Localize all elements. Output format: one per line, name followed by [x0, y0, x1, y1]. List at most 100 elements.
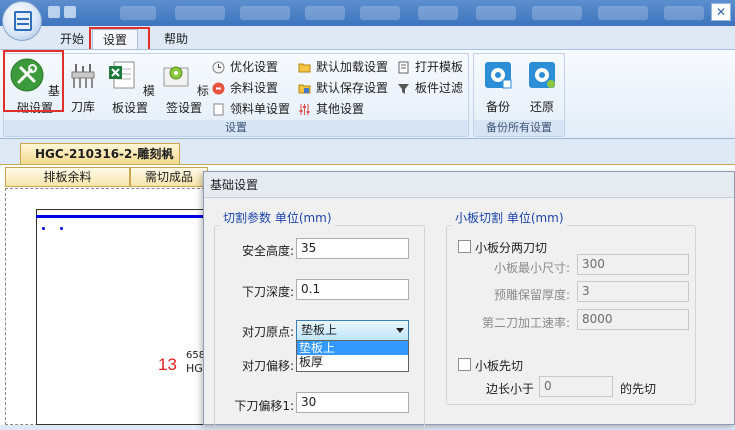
blurred-title-item [532, 6, 582, 20]
qat-save-icon[interactable] [48, 6, 60, 18]
restore-button[interactable]: 还原 [522, 58, 562, 115]
highlight-box [3, 50, 64, 112]
optimize-settings-label: 优化设置 [230, 60, 279, 74]
cut-depth-label: 下刀深度: [241, 285, 294, 299]
document-tab[interactable]: HGC-210316-2-雕刻机 ✕ [20, 143, 180, 164]
other-settings-button[interactable]: 其他设置 [298, 100, 364, 119]
backup-button[interactable]: 备份 [478, 58, 518, 115]
cut-first-suffix: 的先切 [620, 382, 657, 396]
gear-restore-icon [529, 62, 555, 88]
cut-first-checkbox[interactable] [458, 358, 471, 371]
open-template-icon [398, 61, 409, 74]
qat-menu-icon[interactable] [64, 6, 76, 18]
tool-origin-dropdown-list: 垫板上 板厚 [296, 340, 409, 372]
restore-label: 还原 [529, 100, 554, 114]
clock-icon [212, 61, 225, 74]
ribbon-group-settings: 基础设置 刀库 模板设置 标签设置 优化设置 余料设置 领料单设置 默认加载设置… [3, 53, 469, 137]
blurred-title-item [664, 6, 704, 20]
chevron-down-icon [396, 328, 404, 333]
remnant-icon [212, 82, 225, 95]
picking-list-settings-button[interactable]: 领料单设置 [212, 100, 290, 119]
label-settings-button[interactable]: 标签设置 [158, 58, 210, 116]
blurred-title-item [418, 6, 458, 20]
document-tab-close-button[interactable]: ✕ [163, 144, 173, 164]
window-close-button[interactable]: ✕ [711, 3, 731, 21]
sheet-edge-line [36, 215, 206, 218]
folder-icon [298, 63, 311, 73]
tool-origin-select[interactable]: 垫板上 [296, 320, 409, 341]
panel-filter-label: 板件过滤 [415, 81, 464, 95]
min-size-label: 小板最小尺寸: [493, 261, 570, 275]
blurred-title-item [240, 6, 290, 20]
down-offset-input[interactable]: 30 [296, 392, 409, 413]
tab-start[interactable]: 开始 [50, 29, 94, 50]
cut-depth-input[interactable]: 0.1 [296, 279, 409, 300]
default-save-settings-button[interactable]: 默认保存设置 [298, 79, 388, 98]
dropdown-option[interactable]: 垫板上 [297, 341, 408, 355]
cut-first-label: 小板先切 [475, 359, 524, 373]
document-tab-title: HGC-210316-2-雕刻机 [35, 147, 174, 161]
dropdown-option[interactable]: 板厚 [297, 355, 408, 369]
origin-dot [60, 227, 63, 230]
optimize-settings-button[interactable]: 优化设置 [212, 58, 278, 77]
cut-params-legend: 切割参数 单位(mm) [220, 209, 335, 226]
open-template-label: 打开模板 [415, 60, 464, 74]
template-settings-button[interactable]: 模板设置 [102, 58, 158, 116]
open-template-button[interactable]: 打开模板 [397, 58, 463, 77]
second-speed-input[interactable]: 8000 [577, 309, 689, 330]
two-cut-checkbox[interactable] [458, 240, 471, 253]
tool-library-label: 刀库 [70, 100, 95, 114]
blurred-title-item [598, 6, 648, 20]
reserve-thickness-label: 预雕保留厚度: [493, 288, 570, 302]
tool-library-button[interactable]: 刀库 [66, 58, 100, 115]
sheet-outline [36, 209, 206, 425]
reserve-thickness-input[interactable]: 3 [577, 281, 689, 302]
ribbon-panel: 基础设置 刀库 模板设置 标签设置 优化设置 余料设置 领料单设置 默认加载设置… [0, 49, 735, 139]
default-load-settings-label: 默认加载设置 [316, 60, 389, 74]
subtab-finished-parts[interactable]: 需切成品 [130, 167, 208, 187]
tool-origin-selected: 垫板上 [301, 323, 338, 337]
filter-icon [398, 84, 409, 94]
edge-less-input[interactable]: 0 [539, 376, 613, 397]
document-icon [213, 103, 224, 116]
backup-label: 备份 [485, 100, 510, 114]
ribbon-tab-row: 开始 设置 帮助 [0, 26, 735, 52]
app-logo-icon [14, 11, 32, 31]
two-cut-label: 小板分两刀切 [475, 241, 548, 255]
tab-help[interactable]: 帮助 [154, 29, 198, 50]
origin-dot [42, 227, 45, 230]
tool-offset-label: 对刀偏移: [241, 359, 294, 373]
title-bar: ✕ [0, 0, 735, 26]
blurred-title-item [175, 6, 225, 20]
default-load-settings-button[interactable]: 默认加载设置 [298, 58, 388, 77]
remnant-settings-button[interactable]: 余料设置 [212, 79, 278, 98]
blurred-title-item [305, 6, 345, 20]
group-label-settings: 设置 [4, 120, 468, 136]
remnant-settings-label: 余料设置 [230, 81, 279, 95]
safe-height-label: 安全高度: [241, 244, 294, 258]
edge-less-label: 边长小于 [486, 382, 535, 396]
dialog-title: 基础设置 [204, 172, 734, 198]
safe-height-input[interactable]: 35 [296, 238, 409, 259]
down-offset-label: 下刀偏移1: [234, 399, 294, 413]
app-menu-button[interactable] [2, 1, 42, 41]
gear-backup-icon [485, 62, 512, 89]
document-tab-bar: HGC-210316-2-雕刻机 ✕ [0, 140, 735, 164]
blurred-title-item [476, 6, 516, 20]
picking-list-settings-label: 领料单设置 [230, 102, 291, 116]
min-size-input[interactable]: 300 [577, 254, 689, 275]
tool-origin-label: 对刀原点: [241, 325, 294, 339]
blurred-title-item [360, 6, 400, 20]
part-text: HG [186, 362, 203, 375]
panel-filter-button[interactable]: 板件过滤 [397, 79, 463, 98]
tool-rack-icon [71, 64, 95, 88]
default-save-settings-label: 默认保存设置 [316, 81, 389, 95]
sliders-icon [299, 104, 310, 115]
second-speed-label: 第二刀加工速率: [481, 316, 570, 330]
group-label-backup: 备份所有设置 [474, 120, 564, 136]
small-panel-legend: 小板切割 单位(mm) [452, 209, 567, 226]
folder-save-icon [298, 84, 311, 94]
part-number: 13 [158, 355, 177, 374]
subtab-remnant-layout[interactable]: 排板余料 [5, 167, 130, 187]
other-settings-label: 其他设置 [316, 102, 365, 116]
